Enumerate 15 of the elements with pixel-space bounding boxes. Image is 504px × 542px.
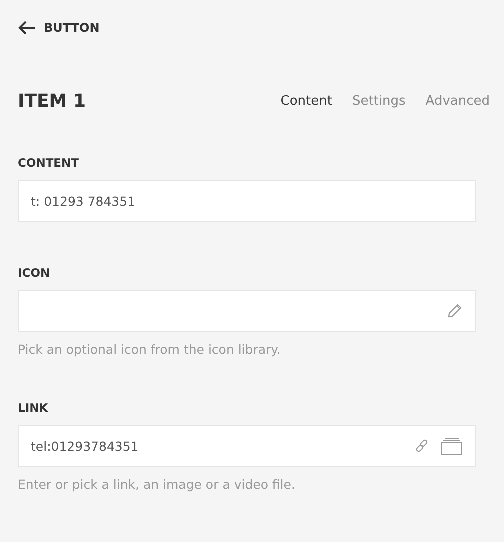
link-icon[interactable]: [415, 439, 429, 453]
input-field[interactable]: tel:01293784351: [18, 425, 476, 467]
input-field[interactable]: t: 01293 784351: [18, 180, 476, 222]
field-label: ICON: [18, 266, 52, 280]
tab[interactable]: Content: [280, 94, 332, 109]
help-text: Enter or pick a link, an image or a video file.: [18, 477, 296, 492]
field-label: CONTENT: [18, 156, 80, 170]
field-label: LINK: [18, 401, 50, 415]
media-library-icon[interactable]: [441, 437, 463, 455]
pencil-icon[interactable]: [447, 303, 463, 319]
back-link[interactable]: BUTTON: [18, 21, 100, 35]
input-field[interactable]: [18, 290, 476, 332]
help-text: Pick an optional icon from the icon library.: [18, 342, 282, 357]
item-title: ITEM 1: [18, 91, 86, 112]
back-arrow-icon: [18, 21, 36, 35]
